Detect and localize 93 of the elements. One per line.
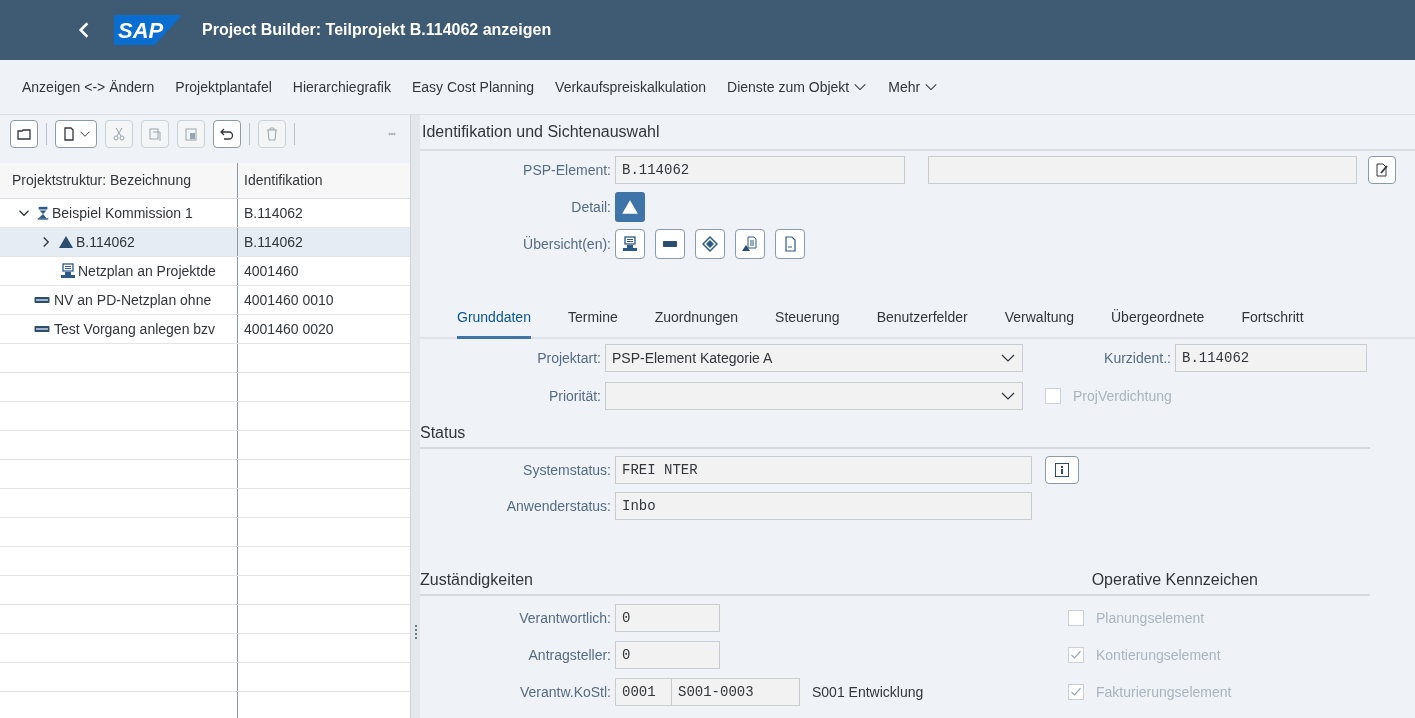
menu-item[interactable]: Verkaufspreiskalkulation [555,76,707,98]
tab[interactable]: Fortschritt [1241,307,1304,339]
section-title: Status [420,419,1370,449]
field-label: Antragsteller: [527,645,612,665]
table-cell-text: 4001460 0020 [243,319,335,339]
input-field[interactable]: 0001 [615,678,672,706]
overview-button[interactable] [655,229,685,259]
window-title: Project Builder: Teilprojekt B.114062 anzeigen [202,20,552,40]
field-label: Priorität: [547,386,602,406]
checkbox-label: Kontierungselement [1096,645,1221,665]
splitter-handle[interactable] [414,624,417,639]
tree-item-label: Beispiel Kommission 1 [52,203,193,223]
checkbox-label: ProjVerdichtung [1073,386,1172,406]
trash-icon [264,126,280,142]
input-field[interactable]: B.114062 [615,156,905,184]
new-button[interactable] [55,120,97,148]
menu-item[interactable]: Easy Cost Planning [411,76,535,98]
field-label: Übersicht(en): [522,234,612,254]
table-cell-text: 4001460 0010 [243,290,335,310]
edit-icon [1374,162,1390,178]
menu-item[interactable]: Dienste zum Objekt [727,76,868,98]
overview-button[interactable] [695,229,725,259]
diamond-icon [702,236,718,252]
menu-item[interactable]: Projektplantafel [175,76,272,98]
field-label: Verantwortlich: [518,608,612,628]
network-icon [60,263,76,279]
undo-icon [219,126,235,142]
tab[interactable]: Grunddaten [457,307,531,339]
table-cell-text: B.114062 [243,232,304,252]
tab[interactable]: Benutzerfelder [876,307,968,339]
detail-button[interactable] [615,192,645,222]
sap-logo: SAP [114,15,182,45]
info-icon [1054,462,1070,478]
tree-item-label: Test Vorgang anlegen bzv [54,319,216,339]
input-field[interactable]: 0 [615,604,720,632]
checkbox-label: Fakturierungselement [1096,682,1232,702]
folder-icon [16,126,32,142]
section-title: Zuständigkeiten [420,570,533,590]
clipboard-icon [183,126,199,142]
network-icon [622,236,638,252]
tree-item-label: B.114062 [76,232,135,252]
section-title: Identifikation und Sichtenauswahl [420,115,1415,151]
input-field[interactable]: Inbo [615,492,1032,520]
field-label: Detail: [570,197,612,217]
tab[interactable]: Steuerung [775,307,840,339]
table-cell-text: B.114062 [243,203,304,223]
undo-button[interactable] [213,120,241,148]
tree-row[interactable]: NV an PD-Netzplan ohne 4001460 0010 [0,286,410,315]
input-field[interactable]: FREI NTER [615,456,1032,484]
document-icon [61,126,77,142]
field-label: PSP-Element: [522,160,612,180]
section-title: Operative Kennzeichen [1091,570,1258,590]
overview-button[interactable] [735,229,765,259]
field-label: Verantw.KoStl: [518,682,612,702]
info-button[interactable] [1045,456,1079,484]
triangle-icon [621,198,639,216]
dropdown-field[interactable]: PSP-Element Kategorie A [605,344,1023,372]
tab[interactable]: Termine [567,307,618,339]
input-field[interactable]: S001-0003 [671,678,800,706]
document-list-icon [742,236,758,252]
tree-row[interactable]: Beispiel Kommission 1 B.114062 [0,199,410,228]
tree-row[interactable]: Netzplan an Projektde 4001460 [0,257,410,286]
field-label: Systemstatus: [522,460,612,480]
column-header[interactable]: Identifikation [238,163,410,198]
copy-icon [147,126,163,142]
menu-item[interactable]: Hierarchiegrafik [292,76,391,98]
edit-button[interactable] [1368,156,1396,184]
column-header[interactable]: Projektstruktur: Bezeichnung [0,163,238,198]
table-cell-text: 4001460 [243,261,300,281]
tab[interactable]: Übergeordnete [1111,307,1205,339]
field-text: S001 Entwicklung [812,682,924,702]
menu-item[interactable]: Anzeigen <-> Ändern [22,76,155,98]
tree-item-label: NV an PD-Netzplan ohne [54,290,212,310]
field-label: Kurzident.: [1103,348,1172,368]
triangle-icon [58,234,74,250]
folder-button[interactable] [10,120,38,148]
overview-button[interactable] [615,229,645,259]
tree-item-label: Netzplan an Projektde [78,261,216,281]
tab[interactable]: Verwaltung [1004,307,1074,339]
input-field[interactable]: B.114062 [1175,344,1367,372]
description-field[interactable] [928,156,1357,184]
menu-item[interactable]: Mehr [888,76,939,98]
input-field[interactable]: 0 [615,641,720,669]
tree-row[interactable]: B.114062 B.114062 [0,228,410,257]
dropdown-field[interactable] [605,382,1023,410]
hourglass-icon [36,205,50,221]
tree-row[interactable]: Test Vorgang anlegen bzv 4001460 0020 [0,315,410,344]
field-label: Projektart: [536,348,602,368]
document-icon [782,236,798,252]
field-label: Anwenderstatus: [505,496,612,516]
scissors-icon [111,126,127,142]
checkbox-label: Planungselement [1096,608,1205,628]
tab[interactable]: Zuordnungen [654,307,739,339]
